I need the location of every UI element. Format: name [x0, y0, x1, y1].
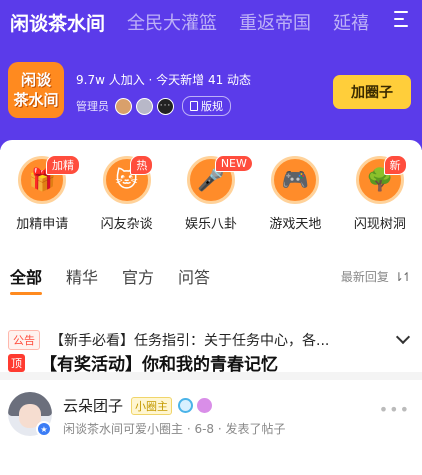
admin-label: 管理员: [76, 100, 109, 113]
admin-row: 管理员 ··· 版规: [76, 96, 231, 116]
category-label: 加精申请: [16, 217, 69, 232]
logo-line1: 闲谈: [20, 71, 51, 89]
category-badge: 热: [130, 155, 154, 175]
sort-label: 最新回复: [340, 270, 389, 284]
category-label: 游戏天地: [269, 217, 322, 232]
pinned-badge: 顶: [8, 354, 25, 372]
announcement-text: 【新手必看】任务指引：关于任务中心，各...: [50, 333, 330, 349]
sort-button[interactable]: 最新回复 ⇂↿: [340, 268, 412, 285]
menu-icon[interactable]: [394, 11, 412, 33]
admin-avatar[interactable]: [115, 97, 132, 115]
tab-0[interactable]: 闲谈茶水间: [10, 9, 105, 36]
rules-button[interactable]: 版规: [182, 96, 231, 116]
chevron-down-icon[interactable]: [395, 329, 411, 345]
category-item[interactable]: 🌳 新 闪现树洞: [338, 155, 422, 232]
post-author-row: 云朵团子 小圈主: [63, 395, 213, 416]
group-stats: 9.7w 人加入 · 今天新增 41 动态: [76, 73, 252, 87]
gamepad-icon: 🎮: [271, 156, 320, 204]
medal-icon: [197, 398, 213, 413]
filter-tab-official[interactable]: 官方: [122, 264, 154, 288]
category-badge: 加精: [46, 155, 80, 175]
content-card: 🎁 加精 加精申请 🐱 热 闪友杂谈 🎤 NEW 娱乐八卦 🎮 游戏天地 🌳 新…: [0, 140, 422, 475]
post-title[interactable]: 【有奖活动】你和我的青春记忆: [40, 350, 278, 375]
document-icon: [190, 101, 198, 111]
role-badge: 小圈主: [131, 396, 173, 415]
top-tabs: 闲谈茶水间 全民大灌篮 重返帝国 延禧: [0, 0, 422, 44]
level-icon: [178, 398, 194, 413]
author-name[interactable]: 云朵团子: [63, 395, 123, 416]
filter-tabs: 全部 精华 官方 问答 最新回复 ⇂↿: [0, 260, 422, 295]
category-label: 闪友杂谈: [100, 217, 153, 232]
admin-avatar[interactable]: [136, 97, 153, 115]
category-item[interactable]: 🎮 游戏天地: [253, 156, 337, 232]
category-item[interactable]: 🎤 NEW 娱乐八卦: [169, 155, 253, 232]
category-row: 🎁 加精 加精申请 🐱 热 闪友杂谈 🎤 NEW 娱乐八卦 🎮 游戏天地 🌳 新…: [0, 155, 422, 232]
category-label: 闪现树洞: [353, 217, 406, 232]
more-options-icon[interactable]: •••: [379, 400, 410, 419]
tab-3[interactable]: 延禧: [333, 9, 369, 35]
filter-tab-all[interactable]: 全部: [10, 264, 43, 295]
logo-line2: 茶水间: [13, 91, 59, 109]
tab-1[interactable]: 全民大灌篮: [127, 9, 217, 35]
category-badge: NEW: [214, 155, 253, 172]
group-logo: 闲谈 茶水间: [8, 62, 64, 118]
more-admins-icon[interactable]: ···: [157, 97, 174, 115]
category-item[interactable]: 🎁 加精 加精申请: [0, 155, 84, 232]
sort-icon: ⇂↿: [393, 269, 412, 284]
rules-label: 版规: [201, 100, 223, 113]
category-item[interactable]: 🐱 热 闪友杂谈: [84, 155, 168, 232]
tab-2[interactable]: 重返帝国: [239, 9, 311, 35]
post-item[interactable]: ★ 云朵团子 小圈主 闲谈茶水间可爱小圈主 · 6-8 · 发表了帖子 •••: [0, 380, 422, 475]
post-meta: 闲谈茶水间可爱小圈主 · 6-8 · 发表了帖子: [63, 422, 286, 436]
category-label: 娱乐八卦: [185, 217, 238, 232]
join-group-button[interactable]: 加圈子: [333, 75, 411, 109]
verified-icon: ★: [36, 421, 52, 437]
filter-tab-featured[interactable]: 精华: [66, 264, 98, 288]
group-header: 闲谈茶水间 全民大灌篮 重返帝国 延禧 闲谈 茶水间 9.7w 人加入 · 今天…: [0, 0, 422, 150]
category-badge: 新: [383, 155, 407, 175]
announcement-tag: 公告: [8, 330, 40, 350]
filter-tab-qa[interactable]: 问答: [178, 264, 210, 288]
